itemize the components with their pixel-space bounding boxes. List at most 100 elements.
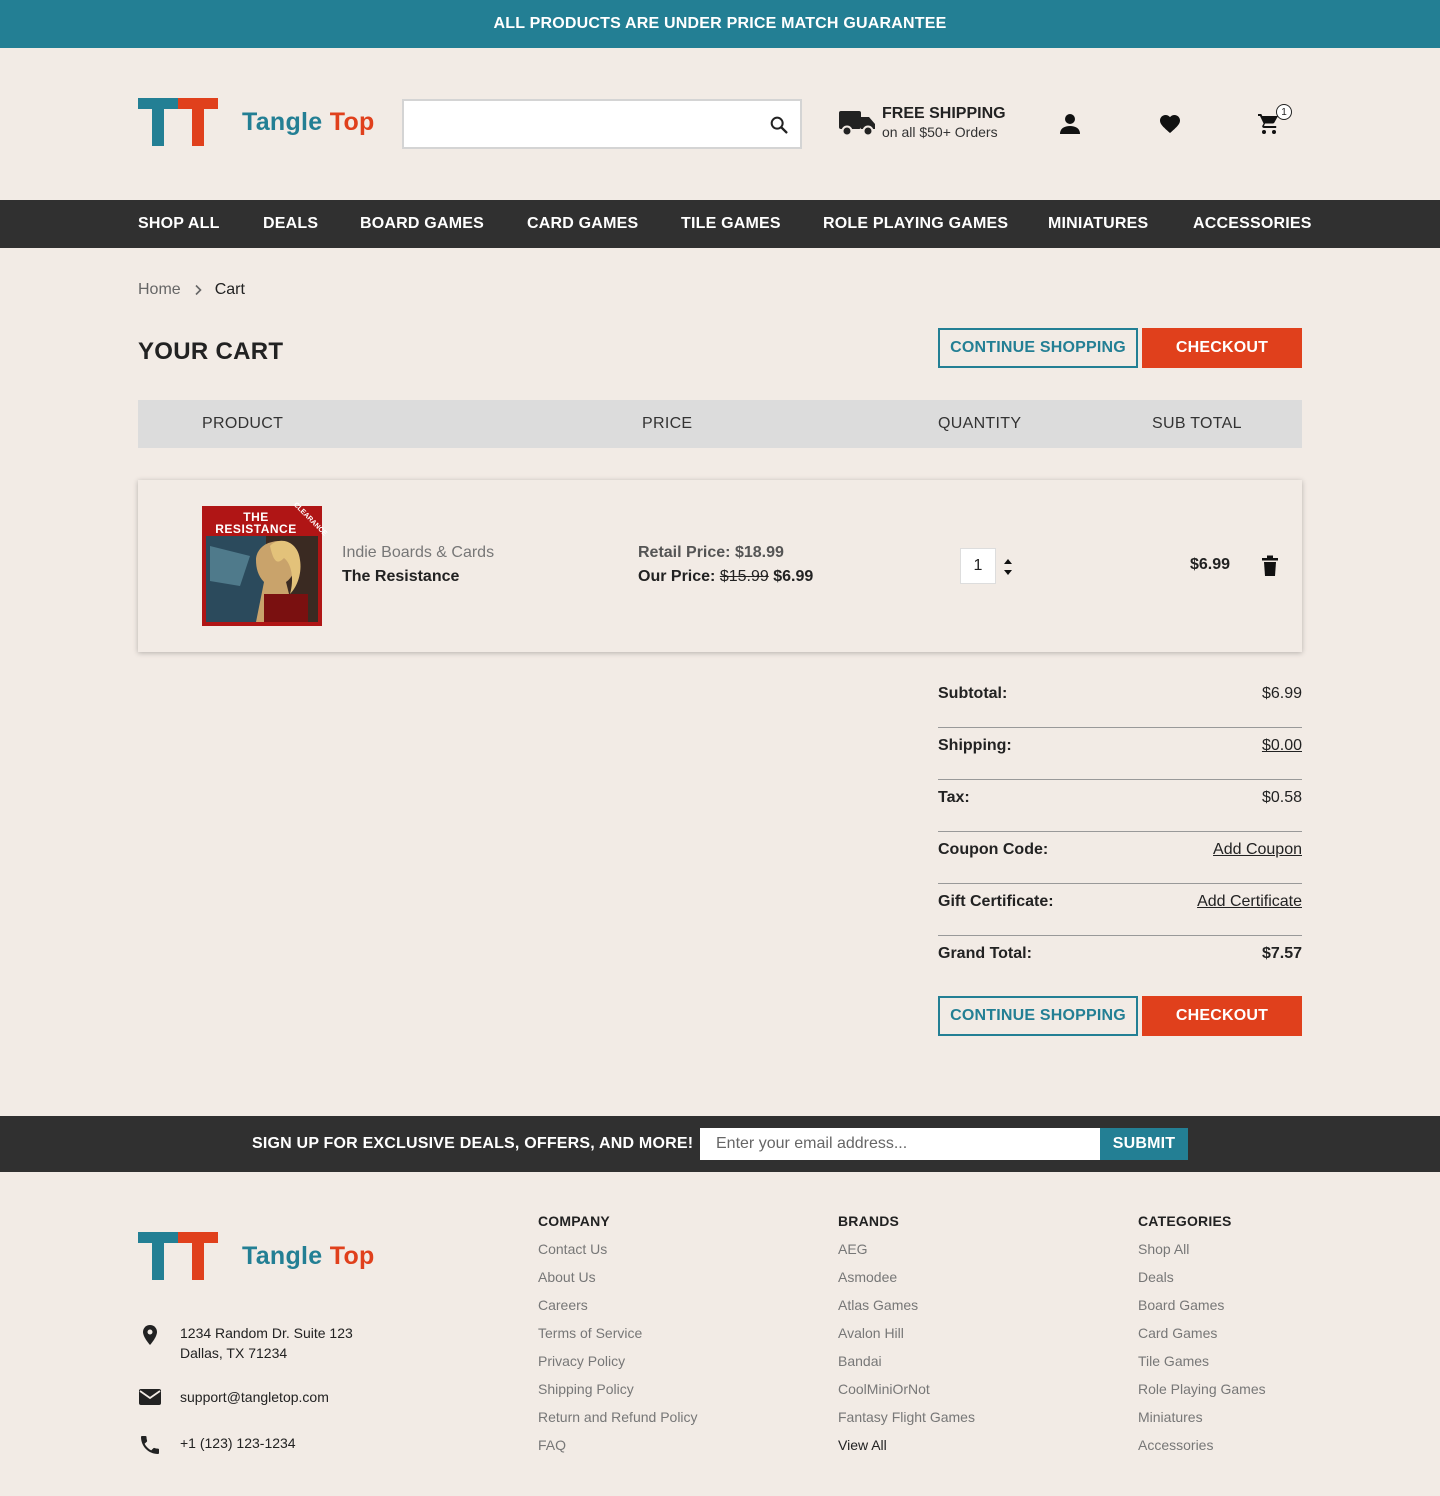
newsletter-signup-bar: SIGN UP FOR EXCLUSIVE DEALS, OFFERS, AND… xyxy=(0,1116,1440,1172)
announcement-bar: ALL PRODUCTS ARE UNDER PRICE MATCH GUARA… xyxy=(0,0,1440,48)
footer-link[interactable]: Bandai xyxy=(838,1352,975,1380)
nav-item-board-games[interactable]: BOARD GAMES xyxy=(360,200,484,248)
add-certificate-link[interactable]: Add Certificate xyxy=(1197,893,1302,911)
cart-item-row: THE RESISTANCE CLEARANCE Indie Boards & … xyxy=(138,480,1302,652)
footer-link[interactable]: Miniatures xyxy=(1138,1408,1266,1436)
logo-mark-icon xyxy=(138,98,218,146)
quantity-stepper[interactable] xyxy=(1002,555,1014,584)
free-shipping-subtitle: on all $50+ Orders xyxy=(882,124,998,140)
our-price: Our Price: $15.99 $6.99 xyxy=(638,568,813,586)
totals-row-shipping: Shipping: $0.00 xyxy=(938,728,1302,780)
subtotal-value: $6.99 xyxy=(1261,685,1302,702)
contact-address: 1234 Random Dr. Suite 123 Dallas, TX 712… xyxy=(138,1323,353,1363)
checkout-button-top[interactable]: CHECKOUT xyxy=(1142,328,1302,368)
quantity-input[interactable]: 1 xyxy=(960,548,996,584)
product-image[interactable]: THE RESISTANCE CLEARANCE xyxy=(202,501,328,626)
phone-number[interactable]: +1 (123) 123-1234 xyxy=(180,1433,296,1453)
footer-link[interactable]: Return and Refund Policy xyxy=(538,1408,698,1436)
footer-link[interactable]: AEG xyxy=(838,1240,975,1268)
email-link[interactable]: support@tangletop.com xyxy=(180,1387,329,1407)
nav-item-card-games[interactable]: CARD GAMES xyxy=(527,200,638,248)
totals-row-tax: Tax: $0.58 xyxy=(938,780,1302,832)
footer-link[interactable]: Fantasy Flight Games xyxy=(838,1408,975,1436)
breadcrumb-home[interactable]: Home xyxy=(138,281,181,299)
footer-column-categories: CATEGORIES Shop All Deals Board Games Ca… xyxy=(1138,1212,1266,1464)
free-shipping-title: FREE SHIPPING xyxy=(882,105,1006,122)
nav-item-shop-all[interactable]: SHOP ALL xyxy=(138,200,220,248)
column-header-product: PRODUCT xyxy=(202,415,284,432)
retail-price-label: Retail Price: xyxy=(638,544,731,561)
footer-link[interactable]: Contact Us xyxy=(538,1240,698,1268)
stepper-up-icon xyxy=(1004,559,1012,564)
footer-link[interactable]: FAQ xyxy=(538,1436,698,1464)
breadcrumb: Home Cart xyxy=(138,281,245,299)
continue-shopping-button-top[interactable]: CONTINUE SHOPPING xyxy=(938,328,1138,368)
announcement-text: ALL PRODUCTS ARE UNDER PRICE MATCH GUARA… xyxy=(493,15,947,32)
product-name[interactable]: The Resistance xyxy=(342,568,459,586)
footer-link[interactable]: Privacy Policy xyxy=(538,1352,698,1380)
footer-brand-name: Tangle Top xyxy=(242,1242,375,1271)
continue-shopping-button-bottom[interactable]: CONTINUE SHOPPING xyxy=(938,996,1138,1036)
footer-column-company: COMPANY Contact Us About Us Careers Term… xyxy=(538,1212,698,1464)
breadcrumb-current: Cart xyxy=(214,281,245,298)
chevron-right-icon xyxy=(193,284,203,296)
footer-heading-brands: BRANDS xyxy=(838,1213,900,1229)
cart-table-header: PRODUCT PRICE QUANTITY SUB TOTAL xyxy=(138,400,1302,448)
checkout-button-bottom[interactable]: CHECKOUT xyxy=(1142,996,1302,1036)
newsletter-email-input[interactable] xyxy=(700,1128,1100,1160)
address-line-1: 1234 Random Dr. Suite 123 xyxy=(180,1325,353,1341)
footer-link-view-all[interactable]: View All xyxy=(838,1436,975,1464)
brand-name: Tangle Top xyxy=(242,108,375,137)
newsletter-submit-button[interactable]: SUBMIT xyxy=(1100,1128,1188,1160)
footer-logo[interactable]: Tangle Top xyxy=(138,1232,375,1280)
nav-item-role-playing-games[interactable]: ROLE PLAYING GAMES xyxy=(823,200,1008,248)
location-pin-icon xyxy=(138,1323,180,1347)
column-header-price: PRICE xyxy=(642,415,693,432)
footer-link[interactable]: Shipping Policy xyxy=(538,1380,698,1408)
add-coupon-link[interactable]: Add Coupon xyxy=(1213,841,1302,859)
footer-link[interactable]: Tile Games xyxy=(1138,1352,1266,1380)
footer-link[interactable]: Accessories xyxy=(1138,1436,1266,1464)
cart-count-badge: 1 xyxy=(1276,104,1292,120)
product-image-title: THE RESISTANCE xyxy=(215,510,297,536)
nav-item-tile-games[interactable]: TILE GAMES xyxy=(681,200,781,248)
site-logo[interactable]: Tangle Top xyxy=(138,98,375,146)
shipping-value-link[interactable]: $0.00 xyxy=(1262,737,1302,755)
account-icon[interactable] xyxy=(1058,112,1082,141)
footer-link[interactable]: Board Games xyxy=(1138,1296,1266,1324)
address-line-2: Dallas, TX 71234 xyxy=(180,1345,288,1361)
wishlist-heart-icon[interactable] xyxy=(1158,112,1182,141)
search-input[interactable] xyxy=(404,101,744,147)
footer-brand-word-1: Tangle xyxy=(242,1241,323,1270)
retail-price: Retail Price: $18.99 xyxy=(638,544,784,562)
footer-link[interactable]: Card Games xyxy=(1138,1324,1266,1352)
delete-trash-icon[interactable] xyxy=(1261,555,1279,582)
subtotal-label: Subtotal: xyxy=(938,685,1008,702)
free-shipping-promo: FREE SHIPPING on all $50+ Orders xyxy=(838,105,1006,141)
page-title: YOUR CART xyxy=(138,338,284,365)
item-subtotal: $6.99 xyxy=(1189,556,1230,573)
footer-link[interactable]: CoolMiniOrNot xyxy=(838,1380,975,1408)
totals-row-coupon: Coupon Code: Add Coupon xyxy=(938,832,1302,884)
column-header-subtotal: SUB TOTAL xyxy=(1152,415,1242,432)
footer-link[interactable]: Asmodee xyxy=(838,1268,975,1296)
search-box[interactable] xyxy=(402,99,802,149)
column-header-quantity: QUANTITY xyxy=(938,415,1022,432)
footer-link[interactable]: Careers xyxy=(538,1296,698,1324)
search-icon[interactable] xyxy=(768,114,790,141)
footer-brand-word-2: Top xyxy=(329,1241,375,1270)
contact-phone: +1 (123) 123-1234 xyxy=(138,1433,296,1457)
phone-icon xyxy=(138,1433,180,1457)
nav-item-miniatures[interactable]: MINIATURES xyxy=(1048,200,1148,248)
footer-link[interactable]: Atlas Games xyxy=(838,1296,975,1324)
footer-link[interactable]: Terms of Service xyxy=(538,1324,698,1352)
nav-item-deals[interactable]: DEALS xyxy=(263,200,318,248)
footer-logo-mark-icon xyxy=(138,1232,218,1280)
footer-link[interactable]: Role Playing Games xyxy=(1138,1380,1266,1408)
footer-link[interactable]: Shop All xyxy=(1138,1240,1266,1268)
nav-item-accessories[interactable]: ACCESSORIES xyxy=(1193,200,1312,248)
footer-link[interactable]: Avalon Hill xyxy=(838,1324,975,1352)
footer-link[interactable]: About Us xyxy=(538,1268,698,1296)
footer-link[interactable]: Deals xyxy=(1138,1268,1266,1296)
main-nav: SHOP ALL DEALS BOARD GAMES CARD GAMES TI… xyxy=(0,200,1440,248)
